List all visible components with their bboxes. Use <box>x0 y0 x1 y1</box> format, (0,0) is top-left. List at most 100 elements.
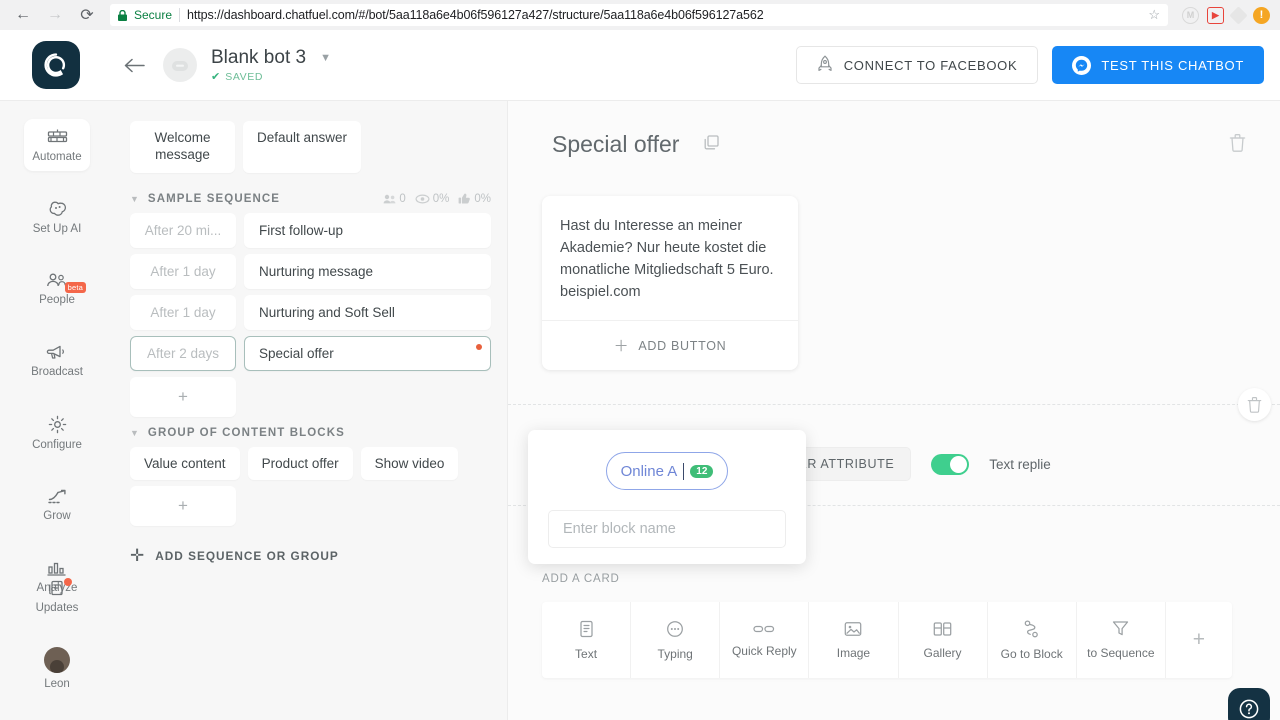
card-type-text[interactable]: Text <box>542 602 632 678</box>
sequence-stats: 0 0% 0% <box>383 193 491 205</box>
bot-meta: Blank bot 3 ▼ ✔ SAVED <box>211 47 331 83</box>
sequence-delay[interactable]: After 1 day <box>130 253 236 289</box>
card-type-label: Text <box>575 646 598 661</box>
automate-icon <box>47 128 68 146</box>
saved-status: ✔ SAVED <box>211 70 331 84</box>
gallery-card-icon <box>933 621 952 637</box>
url-text: https://dashboard.chatfuel.com/#/bot/5aa… <box>187 8 764 22</box>
add-button-button[interactable]: ＋ ADD BUTTON <box>542 321 798 370</box>
chevron-down-icon[interactable]: ▼ <box>130 194 139 204</box>
block-count-badge: 12 <box>690 464 714 478</box>
sample-sequence-title: SAMPLE SEQUENCE <box>147 192 281 205</box>
card-type-label: to Sequence <box>1087 646 1155 660</box>
go-to-block-icon <box>1023 619 1040 638</box>
image-card-icon <box>844 621 862 637</box>
block-default-answer[interactable]: Default answer <box>243 121 362 173</box>
delete-card-button[interactable] <box>1238 388 1271 421</box>
browser-reload-button[interactable]: ⟳ <box>74 2 100 28</box>
thumbs-up-icon <box>458 193 471 204</box>
block-name-pill[interactable]: Online A 12 <box>606 452 728 490</box>
stat-clicked: 0% <box>458 193 491 205</box>
sidebar-item-broadcast[interactable]: Broadcast <box>24 335 90 387</box>
chatfuel-logo[interactable] <box>32 41 80 89</box>
block-welcome-message[interactable]: Welcome message <box>130 121 235 173</box>
test-this-chatbot-label: TEST THIS CHATBOT <box>1101 57 1244 73</box>
stat-seen: 0% <box>415 193 449 205</box>
sidebar-item-configure[interactable]: Configure <box>24 407 90 459</box>
card-type-image[interactable]: Image <box>809 602 899 678</box>
more-card-types-button[interactable]: + <box>1166 602 1232 678</box>
text-replies-toggle[interactable] <box>931 453 970 475</box>
sequence-block-name-special-offer[interactable]: Special offer <box>244 335 491 371</box>
sequence-delay[interactable]: After 1 day <box>130 294 236 330</box>
sample-sequence-header[interactable]: ▼ SAMPLE SEQUENCE 0 0% 0% <box>130 193 491 205</box>
text-card-icon <box>579 620 594 638</box>
lock-icon <box>118 9 127 21</box>
sidebar-item-set-up-ai[interactable]: Set Up AI <box>24 191 90 243</box>
recorder-extension-icon[interactable]: ▶ <box>1207 6 1224 24</box>
block-name-pill-text: Online A <box>620 462 678 480</box>
editor-header: Special offer <box>508 101 1280 158</box>
editor-back-button[interactable] <box>124 58 145 73</box>
card-type-to-sequence[interactable]: to Sequence <box>1077 602 1166 678</box>
message-text[interactable]: Hast du Interesse an meiner Akademie? Nu… <box>542 196 798 320</box>
add-sequence-block-button[interactable]: + <box>130 376 236 417</box>
sequence-block-name[interactable]: First follow-up <box>244 212 491 248</box>
sequence-row[interactable]: After 20 mi... First follow-up <box>130 212 491 248</box>
sequence-delay[interactable]: After 20 mi... <box>130 212 236 248</box>
test-this-chatbot-button[interactable]: TEST THIS CHATBOT <box>1052 46 1264 84</box>
card-type-label: Quick Reply <box>731 643 797 658</box>
group-of-content-blocks-header[interactable]: ▼ GROUP OF CONTENT BLOCKS <box>130 427 491 439</box>
bookmark-star-icon[interactable]: ☆ <box>1142 7 1160 23</box>
duplicate-icon[interactable] <box>703 134 720 156</box>
card-type-quick-reply[interactable]: Quick Reply <box>720 602 810 678</box>
sidebar-item-people[interactable]: beta People <box>24 263 90 315</box>
momentum-extension-icon[interactable]: M <box>1182 6 1199 24</box>
check-icon: ✔ <box>211 71 221 83</box>
text-replies-label: Text replie <box>989 456 1051 472</box>
bot-avatar <box>163 48 197 82</box>
card-type-typing[interactable]: Typing <box>631 602 721 678</box>
sidebar-item-updates[interactable]: Updates <box>24 570 90 622</box>
connect-to-facebook-button[interactable]: CONNECT TO FACEBOOK <box>795 46 1039 84</box>
block-show-video[interactable]: Show video <box>360 446 459 480</box>
sequence-row-selected[interactable]: After 2 days Special offer <box>130 335 491 371</box>
alert-extension-icon[interactable]: ! <box>1253 6 1270 24</box>
sidebar-item-user[interactable]: Leon <box>24 642 90 694</box>
stat-clicked-value: 0% <box>474 192 491 205</box>
card-type-gallery[interactable]: Gallery <box>899 602 988 678</box>
diamond-extension-icon[interactable] <box>1229 5 1248 25</box>
sidebar-label-set-up-ai: Set Up AI <box>32 222 82 235</box>
block-product-offer[interactable]: Product offer <box>247 446 353 480</box>
sequence-row[interactable]: After 1 day Nurturing and Soft Sell <box>130 294 491 330</box>
sidebar-item-automate[interactable]: Automate <box>24 119 90 171</box>
add-button-label: ADD BUTTON <box>638 338 727 353</box>
delete-block-button[interactable] <box>1229 133 1246 157</box>
sequence-block-name[interactable]: Nurturing message <box>244 253 491 289</box>
sequence-row[interactable]: After 1 day Nurturing message <box>130 253 491 289</box>
text-cursor <box>683 462 685 480</box>
address-bar[interactable]: Secure https://dashboard.chatfuel.com/#/… <box>110 4 1168 26</box>
rocket-icon <box>817 54 833 76</box>
card-type-go-to-block[interactable]: Go to Block <box>988 602 1077 678</box>
block-name-input[interactable]: Enter block name <box>548 510 786 548</box>
browser-forward-button[interactable]: → <box>42 2 68 28</box>
sequence-block-name[interactable]: Nurturing and Soft Sell <box>244 294 491 330</box>
page-title: Special offer <box>552 131 680 157</box>
chevron-down-icon[interactable]: ▼ <box>130 428 139 438</box>
sidebar-label-automate: Automate <box>32 150 82 163</box>
help-button[interactable] <box>1228 688 1270 720</box>
browser-back-button[interactable]: ← <box>10 2 36 28</box>
extension-icons: M ▶ ! <box>1178 5 1270 25</box>
add-sequence-or-group-button[interactable]: ✛ ADD SEQUENCE OR GROUP <box>130 546 491 566</box>
add-card-toolbar: Text Typing Quick Reply Image Gallery Go… <box>542 602 1232 678</box>
block-value-content[interactable]: Value content <box>130 446 240 480</box>
text-message-card[interactable]: Hast du Interesse an meiner Akademie? Nu… <box>542 196 798 371</box>
add-group-block-button[interactable]: + <box>130 485 236 526</box>
block-editor: Special offer Hast du Interesse an meine… <box>508 101 1280 720</box>
sidebar-item-grow[interactable]: Grow <box>24 479 90 531</box>
sequence-delay[interactable]: After 2 days <box>130 335 236 371</box>
sidebar-label-grow: Grow <box>43 510 71 522</box>
broadcast-icon <box>46 344 68 361</box>
chevron-down-icon[interactable]: ▼ <box>320 52 331 64</box>
